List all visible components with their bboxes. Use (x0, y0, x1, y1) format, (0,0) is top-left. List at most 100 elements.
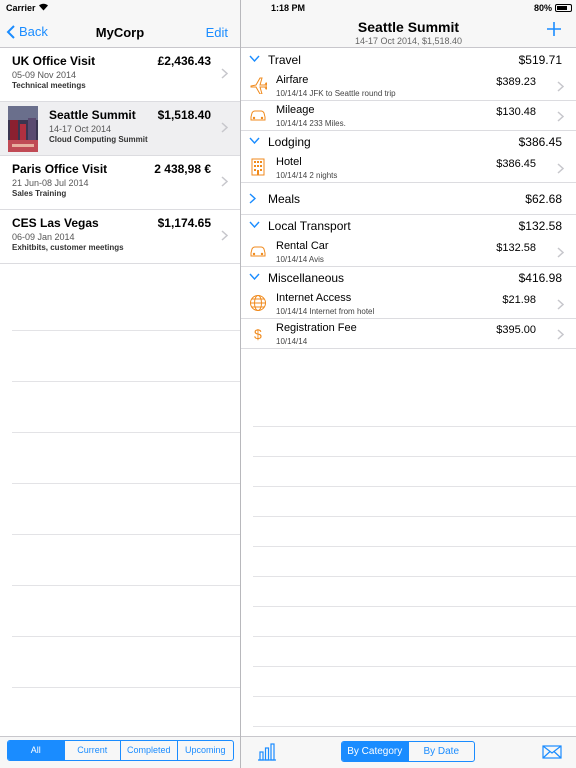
category-total: $132.58 (518, 219, 562, 233)
category-total: $416.98 (518, 271, 562, 285)
mail-icon[interactable] (542, 745, 562, 759)
expense-name: Internet Access (276, 292, 352, 304)
expense-name: Rental Car (276, 240, 329, 252)
left-nav-title: MyCorp (95, 25, 145, 40)
expense-name: Registration Fee (276, 322, 357, 334)
bar-chart-icon[interactable] (257, 743, 277, 761)
expense-detail: 10/14/14 2 nights (276, 171, 338, 180)
view-mode-segmented-control: By Category By Date (341, 741, 475, 762)
app-root: Carrier 1:18 PM 80% Back MyCorp Edit UK … (0, 0, 576, 768)
expense-detail: 10/14/14 233 Miles. (276, 119, 346, 128)
battery-icon (555, 4, 572, 12)
trip-row-paris-office-visit[interactable]: Paris Office Visit 2 438,98 € 21 Jun-08 … (0, 156, 240, 210)
dollar-icon: $ (254, 326, 262, 342)
edit-button[interactable]: Edit (206, 25, 228, 40)
expense-detail: 10/14/14 Internet from hotel (276, 307, 375, 316)
expense-categories: Travel $519.71 Airfare 10/14/14 JFK to S… (241, 49, 576, 349)
category-name: Travel (268, 53, 301, 67)
expense-name: Mileage (276, 104, 315, 116)
category-name: Miscellaneous (268, 271, 345, 285)
trip-filter-segmented-control: All Current Completed Upcoming (7, 740, 234, 761)
svg-text:$: $ (254, 326, 262, 342)
trip-detail-pane: Seattle Summit 14-17 Oct 2014, $1,518.40… (241, 16, 576, 768)
chevron-right-icon (557, 163, 564, 174)
expense-amount: $389.23 (496, 76, 536, 88)
airplane-icon (250, 77, 267, 94)
trip-amount: $1,518.40 (157, 108, 211, 122)
globe-icon (250, 295, 266, 311)
trip-amount: 2 438,98 € (154, 162, 211, 176)
expense-amount: $21.98 (502, 294, 536, 306)
category-local-transport[interactable]: Local Transport $132.58 (241, 215, 576, 237)
trip-dates: 05-09 Nov 2014 (12, 70, 77, 80)
trip-name: CES Las Vegas (12, 216, 99, 230)
car-icon (250, 246, 266, 257)
category-lodging[interactable]: Lodging $386.45 (241, 131, 576, 153)
chevron-down-icon (249, 221, 260, 228)
chevron-right-icon (221, 176, 228, 187)
chevron-right-icon (557, 299, 564, 310)
expense-amount: $395.00 (496, 324, 536, 336)
trip-name: Seattle Summit (49, 108, 136, 122)
category-total: $62.68 (525, 192, 562, 206)
trip-row-seattle-summit[interactable]: Seattle Summit $1,518.40 14-17 Oct 2014 … (0, 102, 240, 156)
trip-description: Cloud Computing Summit (49, 135, 148, 144)
expense-row-internet-access[interactable]: Internet Access 10/14/14 Internet from h… (241, 289, 576, 319)
trip-amount: £2,436.43 (157, 54, 211, 68)
chevron-right-icon (221, 68, 228, 79)
trip-description: Sales Training (12, 189, 67, 198)
expense-row-rental-car[interactable]: Rental Car 10/14/14 Avis $132.58 (241, 237, 576, 267)
trip-list-pane: Back MyCorp Edit UK Office Visit £2,436.… (0, 16, 240, 768)
expense-row-hotel[interactable]: Hotel 10/14/14 2 nights $386.45 (241, 153, 576, 183)
hotel-icon (251, 158, 265, 176)
chevron-right-icon (221, 230, 228, 241)
filter-current[interactable]: Current (63, 741, 121, 760)
expense-amount: $130.48 (496, 106, 536, 118)
expense-detail: 10/14/14 JFK to Seattle round trip (276, 89, 396, 98)
chevron-right-icon (557, 247, 564, 258)
trip-amount: $1,174.65 (157, 216, 211, 230)
chevron-down-icon (249, 137, 260, 144)
category-meals[interactable]: Meals $62.68 (241, 183, 576, 215)
trip-detail-title: Seattle Summit (357, 19, 460, 35)
chevron-down-icon (249, 55, 260, 62)
right-nav-bar: Seattle Summit 14-17 Oct 2014, $1,518.40 (241, 16, 576, 48)
trip-description: Technical meetings (12, 81, 86, 90)
add-expense-button[interactable] (546, 21, 562, 37)
trip-name: UK Office Visit (12, 54, 96, 68)
trip-detail-subtitle: 14-17 Oct 2014, $1,518.40 (354, 36, 463, 46)
filter-upcoming[interactable]: Upcoming (176, 741, 234, 760)
expense-detail: 10/14/14 Avis (276, 255, 324, 264)
trip-row-ces-las-vegas[interactable]: CES Las Vegas $1,174.65 06-09 Jan 2014 E… (0, 210, 240, 264)
category-travel[interactable]: Travel $519.71 (241, 49, 576, 71)
category-miscellaneous[interactable]: Miscellaneous $416.98 (241, 267, 576, 289)
expense-row-airfare[interactable]: Airfare 10/14/14 JFK to Seattle round tr… (241, 71, 576, 101)
trip-dates: 06-09 Jan 2014 (12, 232, 75, 242)
category-name: Local Transport (268, 219, 351, 233)
view-by-date[interactable]: By Date (407, 742, 475, 761)
expense-row-mileage[interactable]: Mileage 10/14/14 233 Miles. $130.48 (241, 101, 576, 131)
clock: 1:18 PM (270, 3, 305, 13)
filter-all[interactable]: All (8, 741, 64, 760)
chevron-down-icon (249, 273, 260, 280)
status-bar: Carrier 1:18 PM 80% (0, 0, 576, 16)
battery-percent: 80% (533, 3, 552, 13)
trip-row-uk-office-visit[interactable]: UK Office Visit £2,436.43 05-09 Nov 2014… (0, 48, 240, 102)
car-icon (250, 110, 266, 121)
category-name: Lodging (268, 135, 311, 149)
expense-amount: $132.58 (496, 242, 536, 254)
chevron-right-icon (557, 329, 564, 340)
expense-amount: $386.45 (496, 158, 536, 170)
chevron-right-icon (557, 111, 564, 122)
expense-detail: 10/14/14 (276, 337, 308, 346)
filter-completed[interactable]: Completed (120, 741, 177, 760)
trip-thumbnail (8, 106, 38, 152)
trip-list: UK Office Visit £2,436.43 05-09 Nov 2014… (0, 48, 240, 264)
trip-description: Exhitbits, customer meetings (12, 243, 124, 252)
chevron-right-icon (221, 122, 228, 133)
right-toolbar: By Category By Date (241, 736, 576, 768)
view-by-category[interactable]: By Category (342, 742, 408, 761)
trip-dates: 21 Jun-08 Jul 2014 (12, 178, 89, 188)
category-total: $386.45 (518, 135, 562, 149)
expense-row-registration-fee[interactable]: $ Registration Fee 10/14/14 $395.00 (241, 319, 576, 349)
